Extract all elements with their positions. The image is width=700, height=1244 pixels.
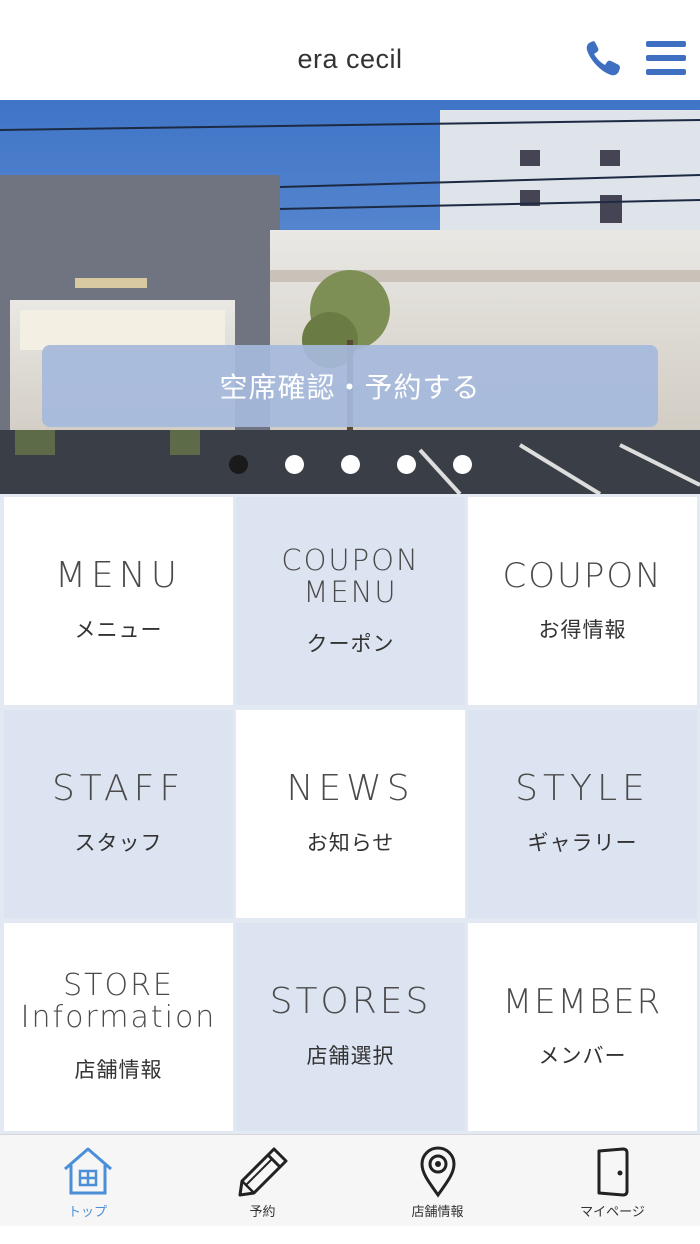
tab-store-info[interactable]: 店舗情報 [350, 1135, 525, 1227]
tile-coupon[interactable]: COUPON お得情報 [468, 497, 697, 705]
tile-title: COUPON MENU [281, 543, 420, 609]
tile-news[interactable]: NEWS お知らせ [236, 710, 465, 918]
tile-coupon-menu[interactable]: COUPON MENU クーポン [236, 497, 465, 705]
tile-title: COUPON [502, 556, 663, 596]
tile-title: STORE Information [20, 968, 217, 1035]
tile-subtitle: メニュー [74, 618, 163, 642]
tile-staff[interactable]: STAFF スタッフ [4, 710, 233, 918]
map-pin-icon [419, 1146, 456, 1198]
tile-subtitle: ギャラリー [527, 831, 638, 855]
tile-title: STYLE [515, 768, 650, 809]
app-header: era cecil [0, 0, 700, 100]
home-icon [63, 1147, 112, 1195]
carousel-dot[interactable] [285, 455, 304, 474]
bottom-safe-area [0, 1226, 700, 1244]
pencil-icon [238, 1147, 287, 1197]
tile-subtitle: お知らせ [306, 831, 395, 855]
tile-menu[interactable]: MENU メニュー [4, 497, 233, 705]
carousel-indicator [0, 455, 700, 475]
tab-label: トップ [67, 1205, 107, 1220]
tab-reserve[interactable]: 予約 [175, 1135, 350, 1227]
carousel-dot[interactable] [229, 455, 248, 474]
reserve-button[interactable]: 空席確認・予約する [42, 345, 658, 427]
tile-store-information[interactable]: STORE Information 店舗情報 [4, 923, 233, 1131]
tile-stores[interactable]: STORES 店舗選択 [236, 923, 465, 1131]
salon-storefront-photo [0, 100, 700, 494]
tab-label: 予約 [249, 1205, 276, 1220]
carousel-dot[interactable] [341, 455, 360, 474]
tab-label: マイページ [580, 1205, 645, 1220]
menu-grid: MENU メニュー COUPON MENU クーポン COUPON お得情報 S… [0, 494, 700, 1134]
tab-label: 店舗情報 [411, 1205, 464, 1220]
tile-title: MENU [54, 555, 183, 596]
tile-title: MEMBER [502, 982, 663, 1022]
tab-mypage[interactable]: マイページ [525, 1135, 700, 1227]
tile-subtitle: 店舗情報 [74, 1058, 163, 1082]
carousel-dot[interactable] [453, 455, 472, 474]
tile-title: STAFF [51, 768, 186, 809]
hamburger-menu-icon[interactable] [646, 40, 686, 76]
tile-title: STORES [269, 981, 432, 1022]
hero-carousel[interactable]: 空席確認・予約する [0, 100, 700, 494]
tile-subtitle: スタッフ [74, 831, 163, 855]
tile-member[interactable]: MEMBER メンバー [468, 923, 697, 1131]
tile-subtitle: クーポン [306, 632, 395, 656]
tab-top[interactable]: トップ [0, 1135, 175, 1227]
tile-title: NEWS [286, 768, 415, 809]
tile-subtitle: メンバー [538, 1044, 627, 1068]
phone-icon[interactable] [583, 38, 625, 78]
tile-subtitle: 店舗選択 [306, 1044, 395, 1068]
bottom-tab-bar: トップ 予約 店舗情報 マイページ [0, 1134, 700, 1226]
tile-subtitle: お得情報 [538, 618, 627, 642]
door-icon [597, 1147, 628, 1197]
tile-style[interactable]: STYLE ギャラリー [468, 710, 697, 918]
carousel-dot[interactable] [397, 455, 416, 474]
